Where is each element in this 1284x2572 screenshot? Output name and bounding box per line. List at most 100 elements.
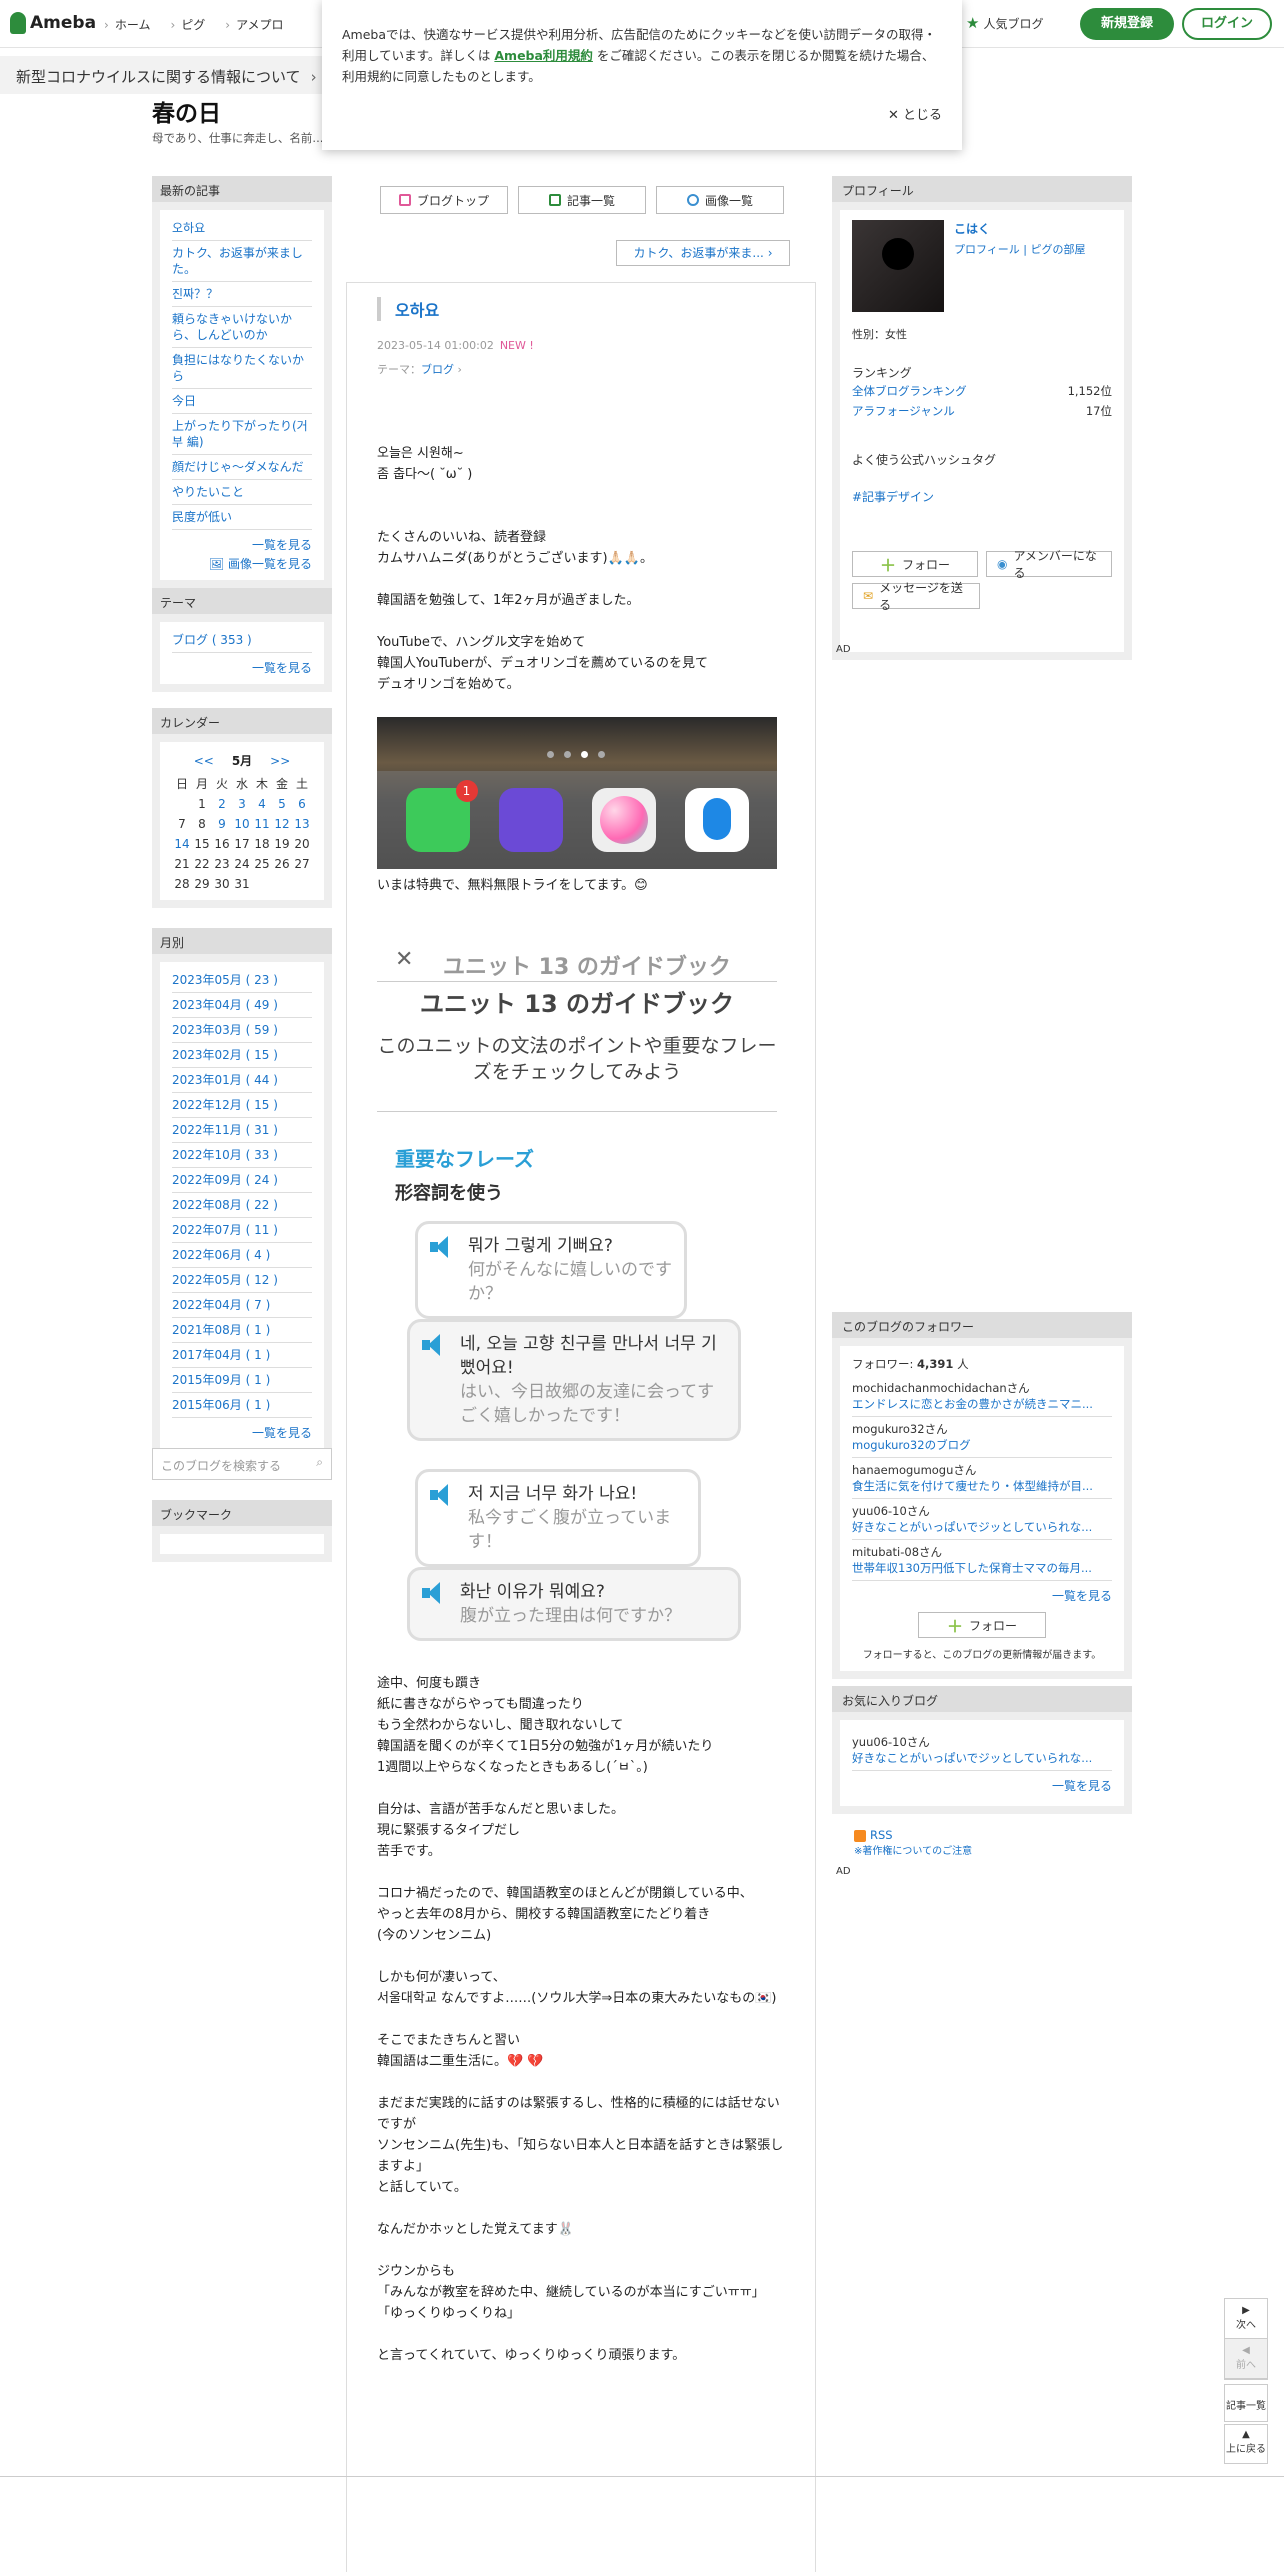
recent-article-item[interactable]: 진짜？？	[172, 282, 312, 307]
recent-article-item[interactable]: カトク、お返事が来ました。	[172, 241, 312, 282]
followers-more-link[interactable]: 一覧を見る	[1052, 1589, 1112, 1603]
prev-article-button[interactable]: カトク、お返事が来ま... ›	[616, 240, 790, 266]
tab-image-list[interactable]: 画像一覧	[656, 186, 784, 214]
rss-link[interactable]: RSS	[854, 1828, 893, 1842]
calendar-day[interactable]: 4	[252, 794, 272, 814]
hashtag-link[interactable]: #記事デザイン	[852, 490, 934, 504]
follower-item[interactable]: mogukuro32さん mogukuro32のブログ	[852, 1417, 1112, 1458]
monthly-archive-item[interactable]: 2021年08月 ( 1 )	[172, 1318, 312, 1343]
next-article-button[interactable]: ▶ 次へ	[1225, 2299, 1267, 2339]
tab-article-list[interactable]: 記事一覧	[518, 186, 646, 214]
monthly-archive-item[interactable]: 2022年04月 ( 7 )	[172, 1293, 312, 1318]
monthly-archive-item[interactable]: 2017年04月 ( 1 )	[172, 1343, 312, 1368]
calendar-day[interactable]: 11	[252, 814, 272, 834]
recent-article-item[interactable]: 今日	[172, 389, 312, 414]
monthly-archive-item[interactable]: 2022年08月 ( 22 )	[172, 1193, 312, 1218]
nav-home[interactable]: ホーム	[104, 16, 151, 33]
monthly-archive-item[interactable]: 2023年03月 ( 59 )	[172, 1018, 312, 1043]
article-paragraph-line: カムサハムニダ(ありがとうございます)🙏🏻🙏🏻。	[377, 551, 653, 566]
widget-heading: お気に入りブログ	[832, 1686, 1132, 1712]
recent-article-item[interactable]: やりたいこと	[172, 480, 312, 505]
theme-link[interactable]: ブログ	[421, 363, 454, 376]
calendar-day[interactable]: 14	[172, 834, 192, 854]
follower-item[interactable]: mitubati-08さん 世帯年収130万円低下した保育士ママの毎月...	[852, 1540, 1112, 1581]
copyright-notice-link[interactable]: ※著作権についてのご注意	[854, 1846, 972, 1857]
follower-item[interactable]: yuu06-10さん 好きなことがいっぱいでジッとしていられな...	[852, 1499, 1112, 1540]
back-to-top-button[interactable]: ▲ 上に戻る	[1224, 2424, 1268, 2464]
article-paragraph-line: そこでまたきちんと習い	[377, 2033, 521, 2048]
monthly-more-link[interactable]: 一覧を見る	[252, 1426, 312, 1440]
monthly-archive-item[interactable]: 2022年11月 ( 31 )	[172, 1118, 312, 1143]
covid-banner[interactable]: 新型コロナウイルスに関する情報について ›	[0, 56, 340, 94]
cookie-close-button[interactable]: ✕ とじる	[888, 105, 942, 126]
tab-blog-top[interactable]: ブログトップ	[380, 186, 508, 214]
follow-button[interactable]: ＋フォロー	[852, 551, 978, 577]
calendar-day[interactable]: 5	[272, 794, 292, 814]
overall-ranking-link[interactable]: 全体ブログランキング	[852, 383, 967, 399]
terms-link[interactable]: Ameba利用規約	[494, 48, 593, 63]
login-button[interactable]: ログイン	[1182, 8, 1272, 40]
favorites-more-link[interactable]: 一覧を見る	[1052, 1779, 1112, 1793]
nav-amepro[interactable]: アメプロ	[225, 16, 283, 33]
calendar-day[interactable]: 6	[292, 794, 312, 814]
monthly-archive-item[interactable]: 2023年01月 ( 44 )	[172, 1068, 312, 1093]
article-list-side-button[interactable]: 記事一覧	[1224, 2384, 1268, 2422]
recent-more-link[interactable]: 一覧を見る	[252, 538, 312, 552]
follow-button-2[interactable]: ＋フォロー	[918, 1612, 1046, 1638]
recent-article-item[interactable]: 負担にはなりたくないから	[172, 348, 312, 389]
genre-ranking-link[interactable]: アラフォージャンル	[852, 403, 955, 419]
calendar-day: 1	[198, 797, 206, 811]
calendar-day[interactable]: 12	[272, 814, 292, 834]
nav-pigg[interactable]: ピグ	[170, 16, 205, 33]
monthly-archive-item[interactable]: 2015年09月 ( 1 )	[172, 1368, 312, 1393]
monthly-archive-item[interactable]: 2022年10月 ( 33 )	[172, 1143, 312, 1168]
calendar-prev-link[interactable]: <<	[194, 754, 214, 768]
calendar-day[interactable]: 13	[292, 814, 312, 834]
amember-button[interactable]: ◉ アメンバーになる	[986, 549, 1112, 580]
prev-article-side-button[interactable]: ◀ 前へ	[1225, 2339, 1267, 2379]
register-button[interactable]: 新規登録	[1080, 8, 1174, 40]
search-icon[interactable]: ⌕	[316, 1455, 323, 1470]
calendar-day[interactable]: 3	[232, 794, 252, 814]
image-list-link[interactable]: 🖼 画像一覧を見る	[209, 557, 312, 571]
recent-article-item[interactable]: 民度が低い	[172, 505, 312, 530]
calendar-next-link[interactable]: >>	[270, 754, 290, 768]
blog-title[interactable]: 春の日	[152, 94, 221, 128]
monthly-archive-item[interactable]: 2023年05月 ( 23 )	[172, 968, 312, 993]
monthly-archive-item[interactable]: 2022年12月 ( 15 )	[172, 1093, 312, 1118]
monthly-archive-item[interactable]: 2022年06月 ( 4 )	[172, 1243, 312, 1268]
pigg-room-link[interactable]: ピグの部屋	[1030, 243, 1085, 256]
blog-search-input[interactable]: このブログを検索する ⌕	[152, 1448, 332, 1480]
recent-article-item[interactable]: 上がったり下がったり(거부 編)	[172, 414, 312, 455]
avatar[interactable]	[852, 220, 944, 312]
recent-article-item[interactable]: 顔だけじゃ〜ダメなんだ	[172, 455, 312, 480]
message-button[interactable]: ✉ メッセージを送る	[852, 581, 980, 612]
follower-item[interactable]: mochidachanmochidachanさん エンドレスに恋とお金の豊かさが続…	[852, 1376, 1112, 1417]
favorite-blog-item[interactable]: yuu06-10さん 好きなことがいっぱいでジッとしていられな...	[852, 1730, 1112, 1771]
profile-link[interactable]: プロフィール	[954, 243, 1020, 256]
monthly-archive-item[interactable]: 2022年05月 ( 12 )	[172, 1268, 312, 1293]
article-title[interactable]: 오하요	[377, 297, 439, 321]
theme-more-link[interactable]: 一覧を見る	[252, 661, 312, 675]
overall-ranking-value: 1,152位	[1067, 384, 1112, 398]
monthly-archive-item[interactable]: 2023年04月 ( 49 )	[172, 993, 312, 1018]
calendar-day[interactable]: 2	[212, 794, 232, 814]
parrot-app-icon	[684, 788, 749, 852]
monthly-archive-item[interactable]: 2022年07月 ( 11 )	[172, 1218, 312, 1243]
monthly-archive-item[interactable]: 2022年09月 ( 24 )	[172, 1168, 312, 1193]
ameba-logo[interactable]: Ameba	[10, 12, 96, 34]
recent-article-item[interactable]: 頼らなきゃいけないから、しんどいのか	[172, 307, 312, 348]
article-paragraph-line	[377, 1946, 787, 1967]
calendar-day[interactable]: 10	[232, 814, 252, 834]
article-body-part1: 오늘은 시원해~ 좀 춥다〜( ˘ω˘ ) たくさんのいいね、読者登録 カムサハムニダ…	[377, 443, 787, 695]
article-paragraph-line: 「みんなが教室を辞めた中、継続しているのが本当にすごいㅠㅠ」	[377, 2285, 765, 2300]
recent-article-item[interactable]: 오하요	[172, 216, 312, 241]
monthly-archive-item[interactable]: 2023年02月 ( 15 )	[172, 1043, 312, 1068]
monthly-archive-item[interactable]: 2015年06月 ( 1 )	[172, 1393, 312, 1418]
popular-blog-link[interactable]: ★ 人気ブログ	[966, 14, 1043, 32]
follower-item[interactable]: hanaemogumoguさん 食生活に気を付けて痩せたり・体型維持が目...	[852, 1458, 1112, 1499]
calendar-day: 28	[174, 877, 190, 891]
theme-item[interactable]: ブログ ( 353 )	[172, 633, 252, 647]
hashtag-heading: よく使う公式ハッシュタグ	[852, 453, 997, 467]
calendar-day[interactable]: 9	[212, 814, 232, 834]
